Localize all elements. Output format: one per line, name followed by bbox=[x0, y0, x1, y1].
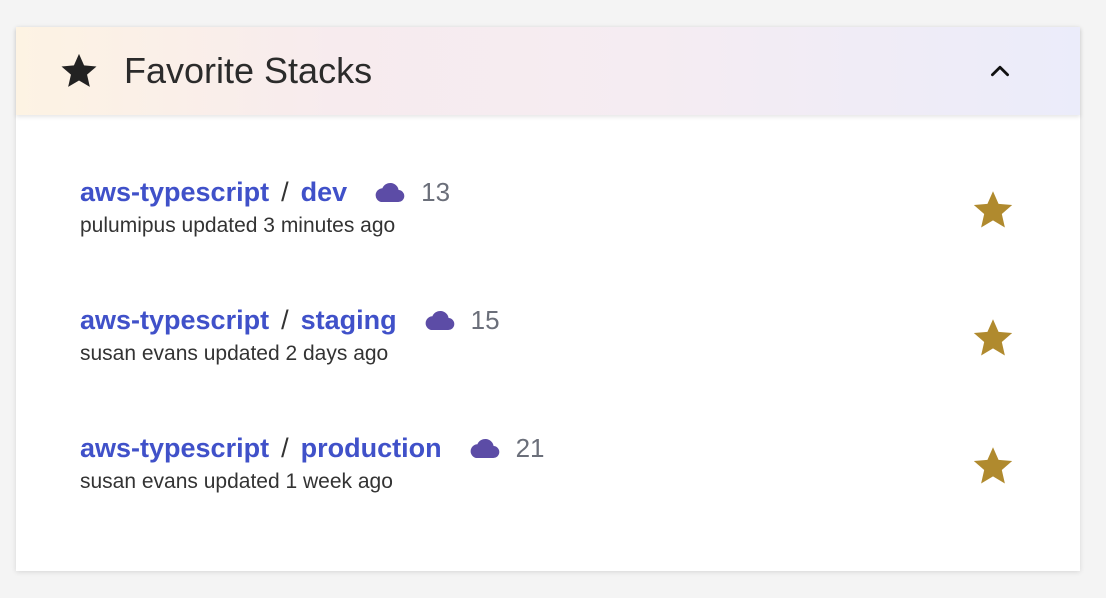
separator: / bbox=[281, 433, 289, 463]
stack-link[interactable]: production bbox=[301, 431, 442, 465]
collapse-button[interactable] bbox=[980, 51, 1020, 91]
cloud-icon bbox=[468, 437, 500, 459]
chevron-up-icon bbox=[991, 65, 1009, 77]
favorite-stacks-card: Favorite Stacks aws-typescript / dev 13 … bbox=[16, 27, 1080, 571]
separator: / bbox=[281, 177, 289, 207]
stack-row: aws-typescript / production 21 susan eva… bbox=[80, 431, 1050, 511]
updated-text: pulumipus updated 3 minutes ago bbox=[80, 214, 396, 237]
cloud-icon bbox=[423, 309, 455, 331]
stack-link[interactable]: dev bbox=[301, 175, 348, 209]
favorite-star-icon[interactable] bbox=[970, 443, 1016, 489]
separator: / bbox=[281, 305, 289, 335]
card-title: Favorite Stacks bbox=[124, 50, 373, 91]
project-link[interactable]: aws-typescript bbox=[80, 175, 269, 209]
stack-row: aws-typescript / dev 13 pulumipus update… bbox=[80, 175, 1050, 255]
project-link[interactable]: aws-typescript bbox=[80, 431, 269, 465]
resource-count: 21 bbox=[515, 433, 545, 463]
resource-count: 13 bbox=[421, 177, 451, 207]
updated-text: susan evans updated 1 week ago bbox=[80, 470, 393, 493]
resource-count: 15 bbox=[470, 305, 500, 335]
cloud-icon bbox=[373, 181, 405, 203]
stack-row: aws-typescript / staging 15 susan evans … bbox=[80, 303, 1050, 383]
stack-link[interactable]: staging bbox=[301, 303, 397, 337]
project-link[interactable]: aws-typescript bbox=[80, 303, 269, 337]
card-header: Favorite Stacks bbox=[16, 27, 1080, 115]
favorite-star-icon[interactable] bbox=[970, 187, 1016, 233]
updated-text: susan evans updated 2 days ago bbox=[80, 342, 389, 365]
favorite-star-icon[interactable] bbox=[970, 315, 1016, 361]
star-icon bbox=[58, 50, 100, 92]
